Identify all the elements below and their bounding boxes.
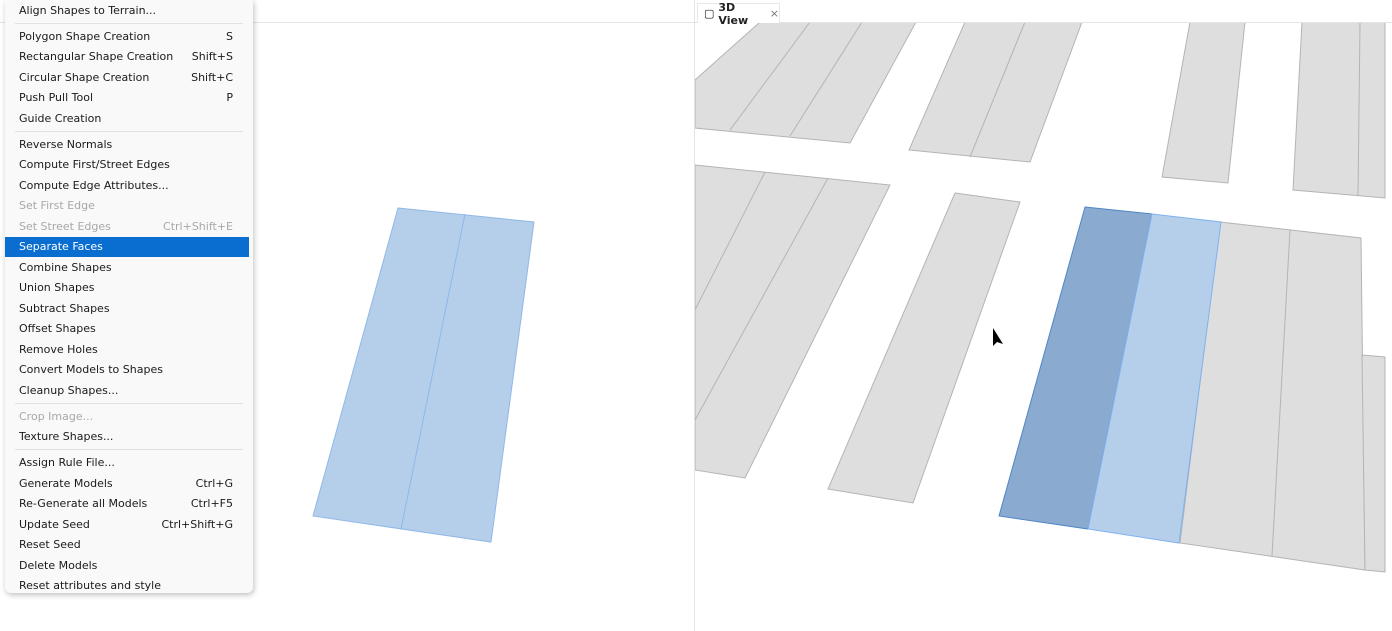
menu-item-label: Push Pull Tool (19, 91, 93, 105)
close-icon[interactable]: × (770, 7, 779, 20)
viewport-divider[interactable] (694, 0, 695, 631)
face-2d (312, 207, 535, 543)
menu-item-label: Assign Rule File... (19, 456, 115, 470)
menu-item-label: Crop Image... (19, 409, 94, 423)
menu-item-cleanup-shapes[interactable]: Cleanup Shapes... (5, 380, 253, 401)
menu-item-remove-holes[interactable]: Remove Holes (5, 339, 253, 360)
menu-item-label: Reset Seed (19, 538, 81, 552)
mouse-cursor-icon (993, 328, 1003, 346)
menu-item-label: Set Street Edges (19, 219, 111, 233)
menu-item-separate-faces[interactable]: Separate Faces (5, 236, 249, 257)
menu-item-label: Update Seed (19, 517, 90, 531)
menu-item-label: Reverse Normals (19, 137, 113, 151)
menu-item-align-shapes-to-terrain[interactable]: Align Shapes to Terrain... (5, 0, 253, 21)
menu-item-label: Union Shapes (19, 281, 95, 295)
menu-item-reverse-normals[interactable]: Reverse Normals (5, 134, 253, 155)
menu-item-guide-creation[interactable]: Guide Creation (5, 108, 253, 129)
menu-item-circular-shape-creation[interactable]: Circular Shape Creation Shift+C (5, 67, 253, 88)
menu-item-label: Guide Creation (19, 111, 102, 125)
menu-item-assign-rule-file[interactable]: Assign Rule File... (5, 453, 253, 474)
lot-shape (1292, 21, 1386, 199)
menu-separator (15, 449, 243, 450)
menu-item-label: Remove Holes (19, 342, 98, 356)
lot-shape (908, 21, 1083, 163)
tab-label: 3D View (718, 0, 749, 27)
menu-item-label: Compute Edge Attributes... (19, 178, 169, 192)
menu-item-shortcut: Ctrl+Shift+G (161, 517, 233, 531)
menu-item-compute-edge-attributes[interactable]: Compute Edge Attributes... (5, 175, 253, 196)
menu-item-generate-models[interactable]: Generate Models Ctrl+G (5, 473, 253, 494)
menu-item-label: Cleanup Shapes... (19, 383, 119, 397)
menu-item-shortcut: Shift+S (191, 50, 233, 64)
menu-item-label: Compute First/Street Edges (19, 158, 170, 172)
lot-shape (1361, 354, 1386, 573)
menu-item-label: Generate Models (19, 476, 113, 490)
menu-item-push-pull-tool[interactable]: Push Pull Tool P (5, 88, 253, 109)
menu-item-combine-shapes[interactable]: Combine Shapes (5, 257, 253, 278)
menu-item-shortcut: Ctrl+G (195, 476, 233, 490)
menu-separator (15, 130, 243, 132)
menu-item-update-seed[interactable]: Update Seed Ctrl+Shift+G (5, 514, 253, 535)
menu-item-label: Set First Edge (19, 199, 95, 213)
menu-item-label: Align Shapes to Terrain... (19, 3, 157, 17)
menu-item-label: Polygon Shape Creation (19, 29, 151, 43)
menu-item-re-generate-all-models[interactable]: Re-Generate all Models Ctrl+F5 (5, 494, 253, 515)
menu-item-label: Texture Shapes... (19, 430, 114, 444)
menu-item-texture-shapes[interactable]: Texture Shapes... (5, 427, 253, 448)
context-menu: Align Shapes to Terrain... Polygon Shape … (5, 0, 253, 593)
menu-item-reset-seed[interactable]: Reset Seed (5, 535, 253, 556)
menu-item-delete-models[interactable]: Delete Models (5, 555, 253, 576)
menu-item-set-street-edges: Set Street Edges Ctrl+Shift+E (5, 216, 253, 237)
menu-item-label: Reset attributes and style (19, 579, 162, 593)
menu-item-label: Convert Models to Shapes (19, 363, 163, 377)
menu-separator (15, 22, 243, 24)
menu-item-shortcut: Ctrl+Shift+E (163, 219, 233, 233)
menu-item-shortcut: Ctrl+F5 (190, 497, 233, 511)
menu-item-shortcut: Shift+C (191, 70, 233, 84)
lot-shape (694, 21, 917, 144)
tab-3d-view[interactable]: ▢ 3D View × (697, 1, 780, 27)
menu-item-polygon-shape-creation[interactable]: Polygon Shape Creation S (5, 26, 253, 47)
menu-separator (15, 402, 243, 404)
menu-item-set-first-edge: Set First Edge (5, 196, 253, 217)
menu-item-shortcut: S (226, 29, 233, 43)
menu-item-convert-models-to-shapes[interactable]: Convert Models to Shapes (5, 360, 253, 381)
menu-item-label: Separate Faces (19, 240, 103, 254)
menu-item-label: Delete Models (19, 558, 98, 572)
menu-item-compute-first-street-edges[interactable]: Compute First/Street Edges (5, 155, 253, 176)
menu-item-label: Circular Shape Creation (19, 70, 150, 84)
menu-item-label: Re-Generate all Models (19, 497, 148, 511)
menu-item-label: Rectangular Shape Creation (19, 50, 174, 64)
menu-item-union-shapes[interactable]: Union Shapes (5, 278, 253, 299)
menu-item-label: Offset Shapes (19, 322, 96, 336)
menu-item-shortcut: P (226, 91, 233, 105)
menu-item-crop-image: Crop Image... (5, 406, 253, 427)
menu-item-rectangular-shape-creation[interactable]: Rectangular Shape Creation Shift+S (5, 47, 253, 68)
menu-item-offset-shapes[interactable]: Offset Shapes (5, 319, 253, 340)
lot-shape (1161, 21, 1246, 184)
menu-item-label: Subtract Shapes (19, 301, 110, 315)
cube-icon: ▢ (704, 7, 715, 20)
menu-item-reset-attributes-and-style[interactable]: Reset attributes and style (5, 576, 253, 597)
menu-item-label: Combine Shapes (19, 260, 112, 274)
menu-item-subtract-shapes[interactable]: Subtract Shapes (5, 298, 253, 319)
